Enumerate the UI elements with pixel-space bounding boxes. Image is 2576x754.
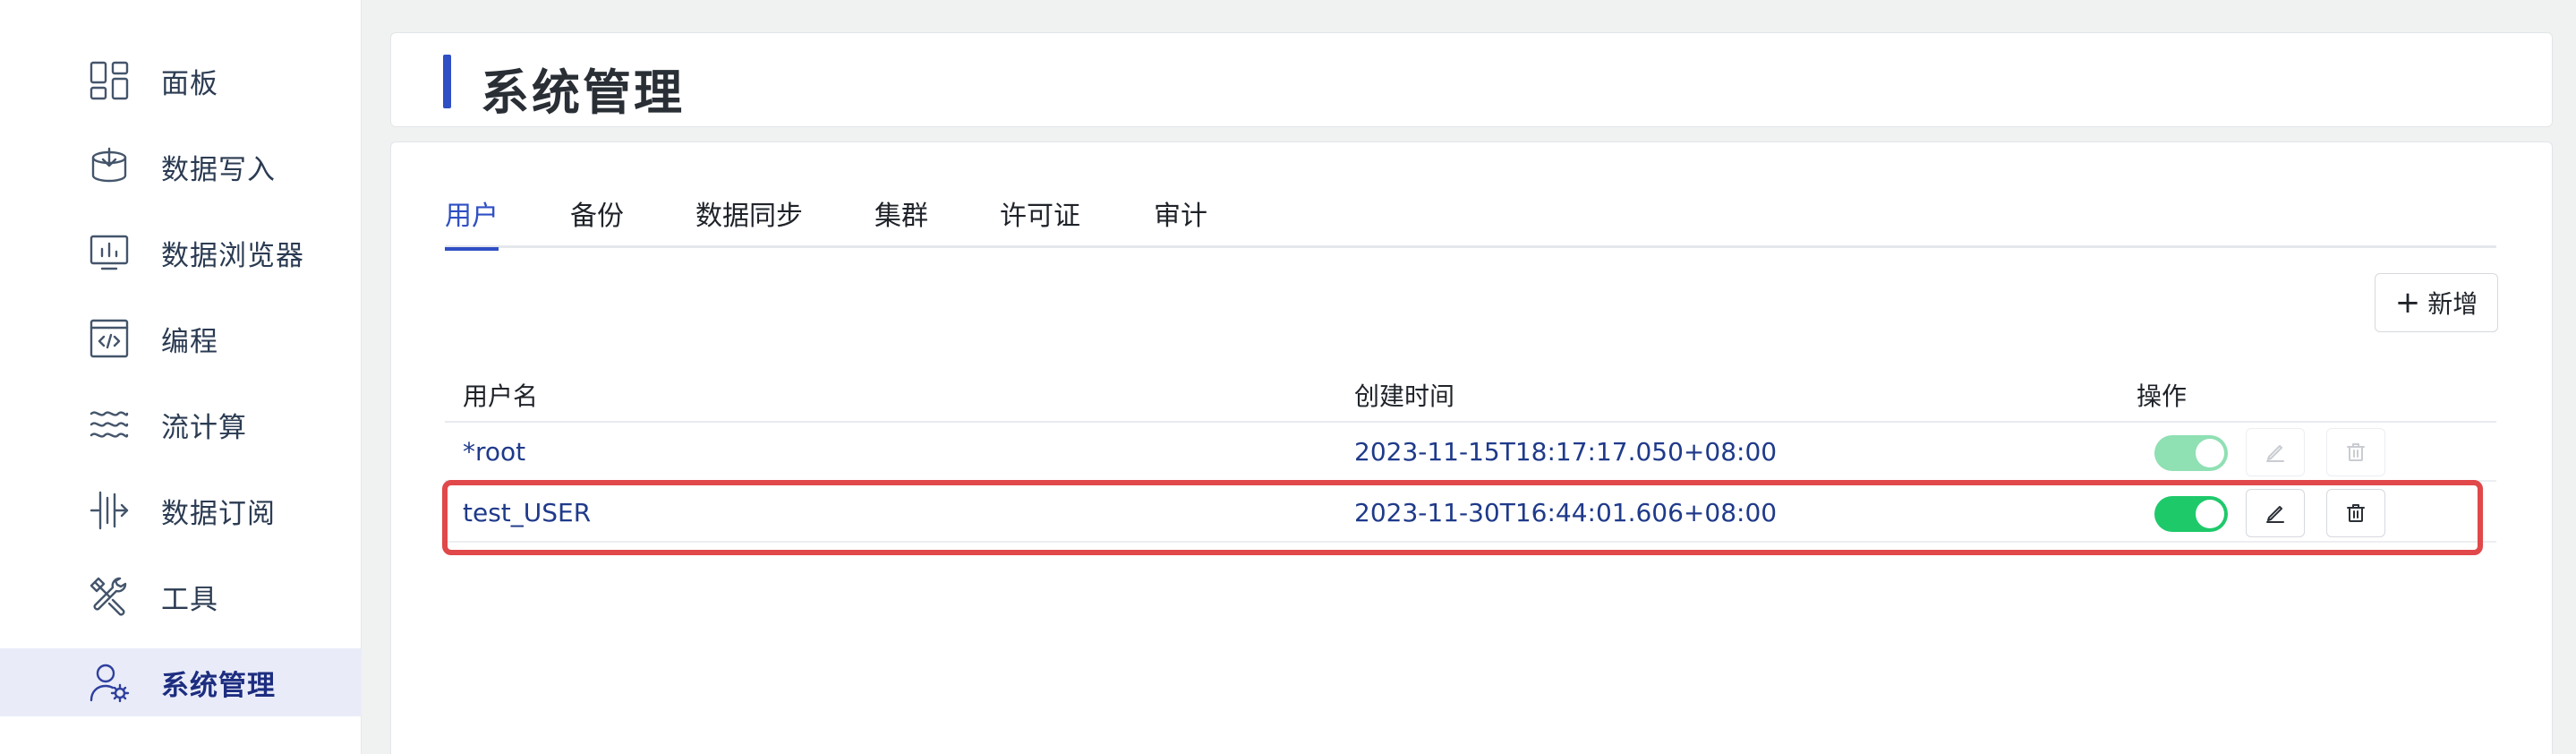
sidebar-item-tools[interactable]: 工具: [0, 562, 362, 630]
edit-button[interactable]: [2246, 489, 2305, 537]
subscription-icon: [86, 487, 132, 534]
sidebar-item-label: 数据写入: [161, 153, 276, 186]
page-title: 系统管理: [481, 64, 685, 121]
active-tab-indicator: [445, 247, 499, 251]
sidebar-item-data-import[interactable]: 数据写入: [0, 133, 362, 201]
delete-button[interactable]: [2326, 489, 2385, 537]
sidebar-item-label: 工具: [161, 583, 218, 616]
username-cell: test_USER: [463, 498, 592, 527]
sidebar-item-label: 编程: [161, 325, 218, 358]
tab-backup[interactable]: 备份: [570, 194, 624, 248]
created-time-cell: 2023-11-15T18:17:17.050+08:00: [1354, 437, 1778, 467]
tab-license[interactable]: 许可证: [1000, 194, 1080, 248]
pencil-icon: [2266, 445, 2284, 462]
column-header-username: 用户名: [463, 381, 539, 411]
delete-button[interactable]: [2326, 428, 2385, 476]
add-user-button[interactable]: + 新增: [2375, 273, 2498, 332]
tab-data-sync[interactable]: 数据同步: [695, 194, 803, 248]
sidebar-item-label: 系统管理: [161, 669, 276, 702]
tab-label: 数据同步: [695, 201, 803, 232]
toggle-knob: [2196, 500, 2224, 528]
tab-label: 备份: [570, 201, 624, 232]
trash-icon: [2347, 443, 2365, 461]
tab-label: 集群: [874, 201, 928, 232]
page-header: 系统管理: [390, 32, 2553, 127]
user-enabled-toggle[interactable]: [2154, 435, 2228, 471]
code-window-icon: [86, 315, 132, 362]
sidebar: 面板 数据写入 数据浏览器 编程 流计算 数据订阅 工具 系统管理: [0, 0, 362, 754]
trash-icon: [2347, 504, 2365, 522]
tools-icon: [86, 573, 132, 620]
data-import-icon: [86, 143, 132, 190]
sidebar-item-data-browser[interactable]: 数据浏览器: [0, 218, 362, 287]
tab-cluster[interactable]: 集群: [874, 194, 928, 248]
stream-waves-icon: [86, 401, 132, 448]
tab-bar: 用户 备份 数据同步 集群 许可证 审计: [445, 194, 2496, 251]
sidebar-item-stream-computing[interactable]: 流计算: [0, 390, 362, 458]
username-cell: *root: [463, 437, 526, 467]
sidebar-item-data-subscription[interactable]: 数据订阅: [0, 476, 362, 544]
dashboard-icon: [86, 57, 132, 104]
sidebar-item-programming[interactable]: 编程: [0, 304, 362, 373]
sidebar-item-system-management[interactable]: 系统管理: [0, 648, 362, 716]
user-settings-icon: [86, 659, 132, 706]
table-row: test_USER 2023-11-30T16:44:01.606+08:00: [445, 484, 2496, 543]
pencil-icon: [2266, 506, 2284, 523]
sidebar-item-label: 流计算: [161, 411, 247, 444]
table-row: *root 2023-11-15T18:17:17.050+08:00: [445, 423, 2496, 482]
column-header-created-time: 创建时间: [1354, 381, 1455, 411]
add-button-label: 新增: [2427, 289, 2478, 319]
tab-users[interactable]: 用户: [445, 194, 499, 251]
sidebar-item-label: 数据浏览器: [161, 239, 304, 272]
main-panel: 用户 备份 数据同步 集群 许可证 审计 + 新增 用户名 创建时间 操作 *r…: [390, 141, 2553, 754]
created-time-cell: 2023-11-30T16:44:01.606+08:00: [1354, 498, 1778, 527]
data-browser-icon: [86, 229, 132, 276]
sidebar-item-dashboard[interactable]: 面板: [0, 47, 362, 115]
sidebar-item-label: 面板: [161, 67, 218, 100]
edit-button[interactable]: [2246, 428, 2305, 476]
tab-label: 用户: [445, 201, 499, 232]
toggle-knob: [2196, 439, 2224, 467]
tab-label: 审计: [1154, 201, 1207, 232]
title-accent-bar: [443, 55, 451, 108]
column-header-actions: 操作: [2137, 381, 2188, 411]
sidebar-item-label: 数据订阅: [161, 497, 276, 530]
tab-audit[interactable]: 审计: [1154, 194, 1207, 248]
plus-icon: +: [2394, 285, 2421, 321]
user-enabled-toggle[interactable]: [2154, 496, 2228, 532]
tab-label: 许可证: [1000, 201, 1080, 232]
